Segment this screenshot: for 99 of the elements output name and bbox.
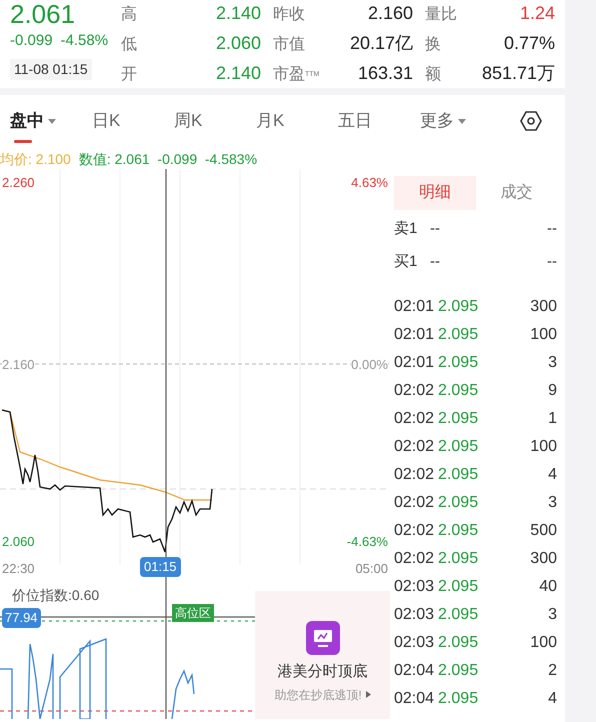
indicator-title: 价位指数:0.60 bbox=[12, 586, 100, 605]
period-tab[interactable]: 日K bbox=[92, 101, 174, 141]
trade-time: 02:03 bbox=[394, 577, 434, 597]
detail-tab[interactable]: 明细 bbox=[394, 176, 476, 210]
trade-volume: 1 bbox=[548, 409, 557, 429]
stat-value: 2.160 bbox=[368, 2, 413, 25]
trade-volume: 4 bbox=[548, 465, 557, 485]
trade-time: 02:01 bbox=[394, 325, 434, 345]
axis-label: 2.060 bbox=[2, 533, 35, 551]
stat-label: 额 bbox=[425, 64, 441, 85]
zone-tag: 高位区 bbox=[172, 604, 214, 622]
trade-volume: 40 bbox=[539, 577, 557, 597]
price-change: -0.099 bbox=[10, 31, 53, 51]
stat-value: 2.140 bbox=[216, 2, 261, 25]
axis-label: 2.260 bbox=[2, 174, 35, 192]
settings-icon[interactable] bbox=[519, 109, 543, 133]
trade-volume: 500 bbox=[530, 521, 557, 541]
trade-time: 02:04 bbox=[394, 661, 434, 681]
promo-title: 港美分时顶底 bbox=[278, 662, 368, 682]
order-side: 卖1 bbox=[394, 219, 418, 240]
cursor-value: 77.94 bbox=[2, 608, 41, 628]
trade-time: 02:02 bbox=[394, 409, 434, 429]
cursor-time: 01:15 bbox=[140, 557, 181, 576]
trade-volume: 3 bbox=[548, 605, 557, 625]
trade-time: 02:02 bbox=[394, 465, 434, 485]
period-tab[interactable]: 更多 bbox=[420, 101, 502, 141]
order-price: -- bbox=[430, 252, 440, 272]
period-tab[interactable]: 盘中 bbox=[10, 101, 92, 141]
trade-price: 2.095 bbox=[438, 689, 478, 709]
detail-tab[interactable]: 成交 bbox=[476, 176, 557, 210]
trade-time: 02:02 bbox=[394, 381, 434, 401]
trade-price: 2.095 bbox=[438, 381, 478, 401]
stat-value: 20.17亿 bbox=[350, 32, 413, 55]
trade-price: 2.095 bbox=[438, 577, 478, 597]
trade-volume: 100 bbox=[530, 633, 557, 653]
trade-price: 2.095 bbox=[438, 521, 478, 541]
period-tab[interactable]: 周K bbox=[174, 101, 256, 141]
trade-time: 02:01 bbox=[394, 353, 434, 373]
order-side: 买1 bbox=[394, 252, 418, 272]
trade-time: 02:02 bbox=[394, 437, 434, 457]
trade-volume: 300 bbox=[530, 549, 557, 569]
trade-time: 02:03 bbox=[394, 633, 434, 653]
trade-volume: 3 bbox=[548, 493, 557, 513]
trade-time: 02:02 bbox=[394, 493, 434, 513]
time-label: 05:00 bbox=[355, 560, 388, 578]
stat-value: 0.77% bbox=[504, 32, 555, 55]
stat-label: 量比 bbox=[425, 4, 457, 25]
trade-time: 02:01 bbox=[394, 297, 434, 317]
trade-price: 2.095 bbox=[438, 353, 478, 373]
trade-volume: 300 bbox=[530, 297, 557, 317]
trade-price: 2.095 bbox=[438, 605, 478, 625]
trade-price: 2.095 bbox=[438, 661, 478, 681]
trade-time: 02:04 bbox=[394, 689, 434, 709]
stat-label: 市盈$^{TTM}$ bbox=[273, 64, 320, 85]
trade-price: 2.095 bbox=[438, 409, 478, 429]
stat-label: 高 bbox=[121, 4, 137, 25]
trade-price: 2.095 bbox=[438, 437, 478, 457]
trade-volume: 9 bbox=[548, 381, 557, 401]
trade-time: 02:02 bbox=[394, 521, 434, 541]
period-tab[interactable]: 五日 bbox=[338, 101, 420, 141]
stat-value: 163.31 bbox=[358, 62, 413, 85]
trade-volume: 3 bbox=[548, 353, 557, 373]
trade-price: 2.095 bbox=[438, 325, 478, 345]
stat-value: 2.140 bbox=[216, 62, 261, 85]
promo-subtitle: 助您在抄底逃顶! bbox=[274, 686, 362, 704]
trade-price: 2.095 bbox=[438, 493, 478, 513]
time-label: 22:30 bbox=[2, 560, 35, 578]
trade-price: 2.095 bbox=[438, 465, 478, 485]
trade-volume: 100 bbox=[530, 325, 557, 345]
stat-label: 市值 bbox=[273, 34, 305, 55]
trade-price: 2.095 bbox=[438, 297, 478, 317]
stat-value: 851.71万 bbox=[482, 62, 555, 85]
trade-volume: 2 bbox=[548, 661, 557, 681]
stat-label: 低 bbox=[121, 35, 137, 55]
monitor-icon bbox=[306, 621, 340, 655]
promo-card[interactable]: 港美分时顶底 助您在抄底逃顶! bbox=[255, 591, 390, 719]
change-percent: -4.58% bbox=[60, 31, 108, 51]
order-volume: -- bbox=[547, 252, 557, 272]
trade-volume: 100 bbox=[530, 437, 557, 457]
period-tab[interactable]: 月K bbox=[256, 101, 338, 141]
last-price: 2.061 bbox=[10, 0, 76, 28]
quote-time: 11-08 01:15 bbox=[10, 58, 92, 80]
trade-price: 2.095 bbox=[438, 633, 478, 653]
current-value: 数值: 2.061 -0.099 -4.583% bbox=[78, 150, 258, 168]
trade-time: 02:03 bbox=[394, 605, 434, 625]
chevron-icon bbox=[366, 691, 371, 698]
trade-price: 2.095 bbox=[438, 549, 478, 569]
stat-label: 昨收 bbox=[273, 5, 305, 25]
average-price: 均价: 2.100 bbox=[0, 150, 71, 168]
axis-label: 4.63% bbox=[351, 174, 388, 192]
stat-value: 1.24 bbox=[520, 2, 555, 25]
axis-label: -4.63% bbox=[346, 533, 388, 551]
stat-label: 换 bbox=[425, 35, 441, 55]
stat-value: 2.060 bbox=[216, 32, 261, 55]
stat-label: 开 bbox=[121, 65, 137, 85]
order-volume: -- bbox=[547, 219, 557, 240]
trade-time: 02:02 bbox=[394, 549, 434, 569]
order-price: -- bbox=[430, 219, 440, 240]
trade-volume: 4 bbox=[548, 689, 557, 709]
